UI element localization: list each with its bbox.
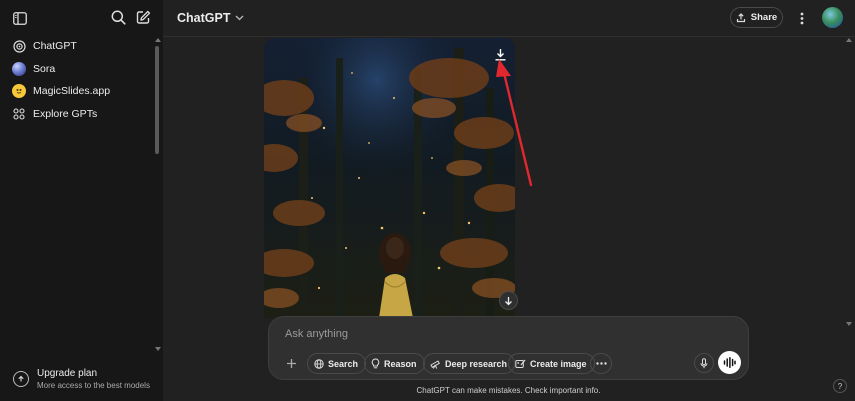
sidebar-item-label: ChatGPT	[33, 40, 77, 52]
share-label: Share	[750, 12, 778, 23]
deep-research-tool-button[interactable]: Deep research	[423, 353, 516, 374]
disclaimer-text: ChatGPT can make mistakes. Check importa…	[416, 386, 601, 395]
tool-label: Search	[328, 358, 359, 369]
upgrade-subtitle: More access to the best models	[37, 380, 150, 390]
sidebar-item-label: Explore GPTs	[33, 108, 98, 120]
kebab-menu-icon[interactable]	[796, 8, 808, 28]
sidebar-item-label: Sora	[33, 63, 56, 75]
telescope-icon	[430, 359, 440, 369]
model-label: ChatGPT	[177, 11, 231, 25]
share-button[interactable]: Share	[730, 7, 783, 28]
sidebar-item-magicslides[interactable]: MagicSlides.app	[8, 80, 154, 102]
sidebar-toggle-icon[interactable]	[9, 7, 31, 29]
sidebar-scroll-down-icon[interactable]	[155, 347, 161, 351]
sidebar-item-sora[interactable]: Sora	[8, 58, 154, 80]
generated-image[interactable]	[264, 38, 515, 318]
share-icon	[736, 12, 745, 22]
grid-icon	[12, 107, 26, 121]
image-brush-icon	[515, 359, 526, 368]
chevron-down-icon	[236, 15, 244, 21]
add-attachment-icon[interactable]	[283, 355, 299, 371]
sidebar-item-explore-gpts[interactable]: Explore GPTs	[8, 103, 154, 125]
globe-icon	[314, 358, 324, 369]
sora-icon	[12, 62, 26, 76]
create-image-tool-button[interactable]: Create image	[508, 353, 595, 374]
reason-tool-button[interactable]: Reason	[364, 353, 425, 374]
sidebar-scrollbar-thumb[interactable]	[155, 46, 159, 154]
magicslides-icon	[12, 84, 26, 98]
upgrade-title: Upgrade plan	[37, 367, 98, 379]
lightbulb-icon	[371, 358, 380, 369]
chatgpt-logo-icon	[12, 39, 26, 53]
arrow-down-icon	[505, 296, 512, 305]
tool-label: Create image	[530, 358, 587, 369]
upgrade-icon	[13, 371, 29, 387]
sidebar: ChatGPT Sora MagicSlides.app Explore GPT…	[0, 0, 163, 401]
new-chat-icon[interactable]	[132, 6, 154, 28]
scroll-to-bottom-button[interactable]	[499, 291, 518, 310]
main-scroll-down-icon[interactable]	[846, 322, 852, 326]
search-tool-button[interactable]: Search	[307, 353, 367, 374]
microphone-icon[interactable]	[694, 353, 714, 373]
prompt-input[interactable]	[285, 326, 665, 342]
header-divider	[163, 36, 855, 37]
annotation-arrow	[496, 59, 533, 187]
search-icon[interactable]	[107, 6, 129, 28]
voice-mode-icon[interactable]	[718, 351, 741, 374]
main-scroll-up-icon[interactable]	[846, 38, 852, 42]
more-horizontal-icon[interactable]	[590, 353, 612, 374]
model-selector[interactable]: ChatGPT	[177, 9, 244, 27]
sidebar-item-chatgpt[interactable]: ChatGPT	[8, 35, 154, 57]
upgrade-plan-button[interactable]: Upgrade plan More access to the best mod…	[10, 364, 156, 394]
tool-label: Deep research	[445, 358, 508, 369]
help-button[interactable]: ?	[833, 379, 847, 393]
tool-label: Reason	[384, 358, 417, 369]
sidebar-item-label: MagicSlides.app	[33, 85, 111, 97]
user-avatar[interactable]	[822, 7, 843, 28]
sidebar-scroll-up-icon[interactable]	[155, 38, 161, 42]
